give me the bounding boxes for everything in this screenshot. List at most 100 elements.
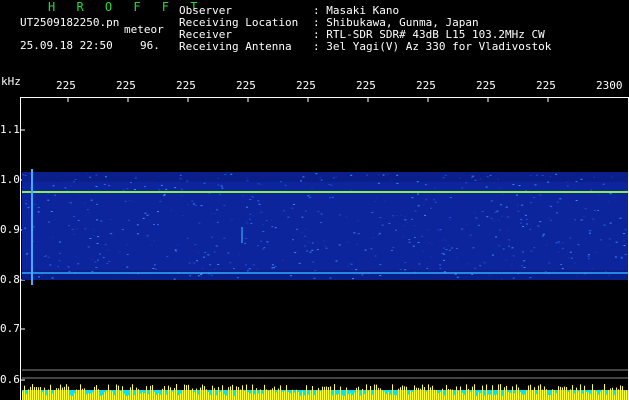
noise-dot — [186, 237, 189, 239]
noise-dot — [223, 237, 226, 239]
level-spike — [204, 386, 205, 400]
noise-dot — [97, 236, 100, 238]
noise-dot — [550, 206, 553, 208]
noise-dot — [439, 229, 442, 231]
level-spike — [220, 391, 221, 400]
noise-dot — [54, 194, 57, 196]
level-spike — [494, 395, 495, 400]
noise-dot — [434, 253, 437, 255]
level-spike — [340, 386, 341, 400]
level-spike — [420, 388, 421, 400]
level-spike — [360, 395, 361, 400]
noise-dot — [158, 219, 161, 221]
level-spike — [104, 392, 105, 400]
noise-dot — [271, 267, 274, 269]
noise-dot — [176, 249, 179, 251]
level-spike — [592, 384, 593, 400]
noise-dot — [505, 206, 508, 208]
level-spike — [448, 389, 449, 400]
noise-dot — [169, 216, 172, 218]
noise-dot — [103, 183, 106, 185]
level-spike — [432, 385, 433, 400]
noise-dot — [311, 230, 314, 232]
level-spike — [264, 384, 265, 400]
noise-dot — [262, 231, 265, 233]
noise-dot — [303, 245, 306, 247]
level-spike — [248, 392, 249, 400]
noise-dot — [34, 237, 37, 239]
noise-dot — [499, 260, 502, 262]
level-spike — [418, 387, 419, 400]
level-spike — [74, 393, 75, 400]
noise-dot — [169, 199, 172, 201]
level-spike — [312, 386, 313, 400]
noise-dot — [497, 178, 499, 180]
noise-dot — [425, 196, 428, 198]
level-spike — [90, 393, 91, 400]
level-spike — [544, 386, 545, 400]
noise-dot — [169, 209, 172, 211]
noise-dot — [160, 184, 163, 186]
level-spike — [168, 385, 169, 400]
noise-dot — [147, 220, 150, 222]
noise-dot — [211, 183, 214, 185]
level-spike — [170, 387, 171, 400]
noise-dot — [443, 253, 446, 255]
noise-dot — [320, 179, 323, 181]
noise-dot — [395, 215, 398, 217]
noise-dot — [216, 221, 219, 223]
level-spike — [300, 395, 301, 400]
level-spike — [28, 389, 29, 400]
level-spike — [482, 385, 483, 400]
level-spike — [400, 387, 401, 400]
level-spike — [272, 388, 273, 400]
level-spike — [194, 392, 195, 400]
noise-dot — [547, 181, 550, 183]
noise-dot — [215, 245, 218, 246]
noise-dot — [593, 210, 596, 211]
noise-band-inner — [22, 182, 628, 270]
noise-dot — [96, 243, 99, 244]
level-spike — [580, 384, 581, 400]
level-spike — [446, 384, 447, 400]
noise-dot — [179, 174, 182, 176]
noise-dot — [230, 247, 233, 249]
level-spike — [178, 395, 179, 400]
noise-dot — [265, 220, 268, 222]
level-spike — [388, 391, 389, 400]
noise-dot — [249, 218, 252, 220]
level-spike — [602, 389, 603, 400]
noise-dot — [33, 235, 36, 237]
noise-dot — [611, 234, 614, 236]
level-spike — [150, 385, 151, 400]
noise-dot — [521, 269, 524, 270]
noise-dot — [486, 176, 489, 178]
noise-dot — [454, 273, 457, 275]
level-spike — [218, 386, 219, 400]
noise-dot — [445, 249, 448, 251]
noise-dot — [567, 243, 570, 245]
level-spike — [476, 396, 477, 400]
noise-dot — [448, 249, 451, 251]
noise-dot — [40, 274, 43, 276]
noise-dot — [172, 234, 175, 236]
noise-dot — [488, 274, 491, 276]
noise-dot — [323, 240, 326, 242]
level-spike — [386, 394, 387, 400]
noise-dot — [148, 213, 151, 215]
noise-dot — [157, 211, 159, 213]
noise-dot — [381, 224, 384, 226]
noise-dot — [439, 264, 442, 266]
level-spike — [316, 390, 317, 400]
level-spike — [292, 389, 293, 400]
noise-dot — [417, 251, 419, 253]
level-spike — [466, 384, 467, 400]
level-spike — [76, 389, 77, 400]
noise-dot — [473, 212, 476, 214]
level-spike — [484, 395, 485, 400]
noise-dot — [309, 196, 312, 198]
noise-dot — [433, 199, 436, 201]
noise-dot — [215, 209, 218, 211]
noise-dot — [379, 231, 382, 233]
level-spike — [38, 387, 39, 400]
